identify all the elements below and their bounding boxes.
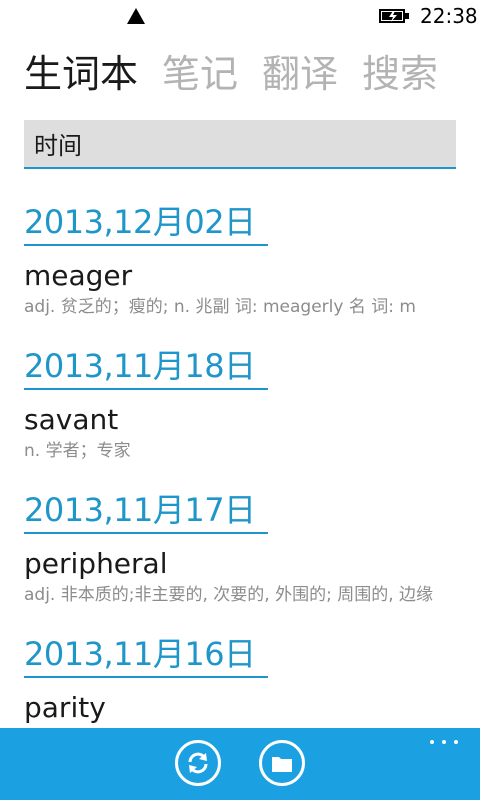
list-item[interactable]: peripheral adj. 非本质的;非主要的, 次要的, 外围的; 周围的…	[24, 546, 480, 608]
word-text: peripheral	[24, 547, 168, 580]
word-text: meager	[24, 259, 133, 292]
app-screen: 22:38 生词本笔记翻译搜索 2013,12月02日 meager adj. …	[0, 0, 480, 800]
pivot-header: 生词本 笔记 翻译 搜索	[24, 48, 462, 100]
date-header: 2013,12月02日	[24, 200, 268, 246]
app-bar	[0, 728, 480, 800]
battery-charging-icon	[379, 9, 409, 23]
tab-notes[interactable]: 笔记	[162, 48, 238, 100]
signal-icon	[127, 8, 145, 24]
list-item[interactable]: meager adj. 贫乏的；瘦的; n. 兆副 词: meagerly 名 …	[24, 258, 480, 320]
word-text: savant	[24, 403, 119, 436]
list-group: 2013,11月18日 savant n. 学者；专家	[24, 344, 480, 488]
tab-search[interactable]: 搜索	[362, 48, 438, 100]
list-item[interactable]: parity	[24, 690, 480, 726]
search-box	[24, 120, 456, 169]
sync-icon	[188, 752, 208, 774]
date-header: 2013,11月18日	[24, 344, 268, 390]
word-text: parity	[24, 691, 106, 724]
list-group: 2013,12月02日 meager adj. 贫乏的；瘦的; n. 兆副 词:…	[24, 200, 480, 344]
sync-button[interactable]	[175, 740, 221, 786]
list-group: 2013,11月16日 parity	[24, 632, 480, 728]
search-input[interactable]	[34, 126, 444, 160]
tab-translate[interactable]: 翻译	[262, 48, 338, 100]
date-header: 2013,11月16日	[24, 632, 268, 678]
folder-icon	[272, 757, 292, 772]
definition-text: adj. 非本质的;非主要的, 次要的, 外围的; 周围的, 边缘	[24, 585, 434, 605]
definition-text: n. 学者；专家	[24, 441, 131, 461]
definition-text: adj. 贫乏的；瘦的; n. 兆副 词: meagerly 名 词: m	[24, 297, 416, 317]
status-bar: 22:38	[0, 0, 480, 32]
list-group: 2013,11月17日 peripheral adj. 非本质的;非主要的, 次…	[24, 488, 480, 632]
more-dots-icon[interactable]	[428, 736, 460, 746]
list-item[interactable]: savant n. 学者；专家	[24, 402, 480, 464]
folder-button[interactable]	[259, 740, 305, 786]
word-list: 2013,12月02日 meager adj. 贫乏的；瘦的; n. 兆副 词:…	[24, 200, 480, 728]
date-header: 2013,11月17日	[24, 488, 268, 534]
tab-vocabulary[interactable]: 生词本	[24, 48, 138, 100]
clock: 22:38	[420, 4, 478, 28]
